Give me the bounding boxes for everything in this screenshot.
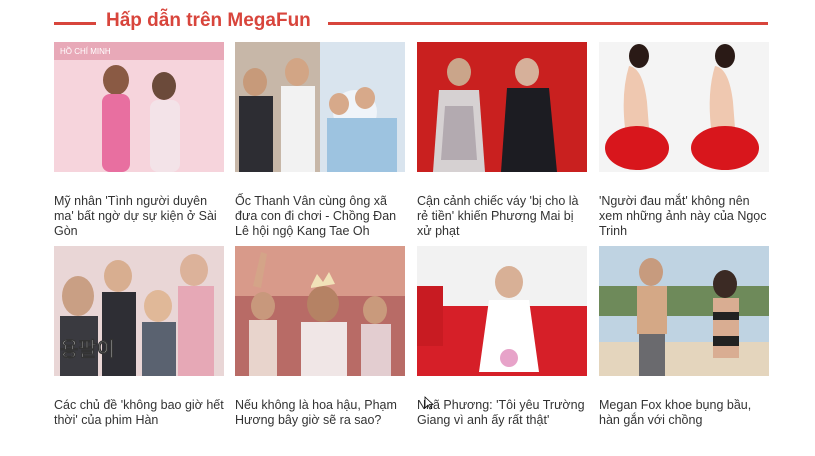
section-header: Hấp dẫn trên MegaFun: [0, 6, 815, 40]
article-thumbnail[interactable]: [417, 246, 587, 376]
article-card[interactable]: Ốc Thanh Vân cùng ông xã đưa con đi chơi…: [235, 42, 405, 239]
mouse-cursor-icon: [424, 396, 434, 410]
article-thumbnail[interactable]: [417, 42, 587, 172]
article-caption[interactable]: Megan Fox khoe bụng bầu, hàn gắn với chồ…: [599, 398, 769, 428]
article-thumbnail[interactable]: [235, 42, 405, 172]
section-title: Hấp dẫn trên MegaFun: [106, 10, 311, 31]
header-rule-left: [54, 22, 96, 25]
article-caption[interactable]: Các chủ đề 'không bao giờ hết thời' của …: [54, 398, 224, 428]
article-card[interactable]: Cận cảnh chiếc váy 'bị cho là rẻ tiền' k…: [417, 42, 587, 239]
article-thumbnail[interactable]: [599, 42, 769, 172]
article-thumbnail[interactable]: 용팔이: [54, 246, 224, 376]
article-thumbnail[interactable]: [599, 246, 769, 376]
article-thumbnail[interactable]: [235, 246, 405, 376]
thumbnail-overlay-text: HỒ CHÍ MINH: [60, 46, 111, 56]
article-caption[interactable]: Nhã Phương: 'Tôi yêu Trường Giang vì anh…: [417, 398, 587, 428]
article-card[interactable]: Nếu không là hoa hậu, Phạm Hương bây giờ…: [235, 246, 405, 428]
article-card[interactable]: Nhã Phương: 'Tôi yêu Trường Giang vì anh…: [417, 246, 587, 428]
article-card[interactable]: Megan Fox khoe bụng bầu, hàn gắn với chồ…: [599, 246, 769, 428]
article-thumbnail[interactable]: HỒ CHÍ MINH: [54, 42, 224, 172]
thumbnail-overlay-text: 용팔이: [60, 337, 115, 361]
article-card[interactable]: HỒ CHÍ MINH Mỹ nhân 'Tình người duyên ma…: [54, 42, 224, 239]
article-caption[interactable]: Cận cảnh chiếc váy 'bị cho là rẻ tiền' k…: [417, 194, 587, 239]
article-card[interactable]: 용팔이 Các chủ đề 'không bao giờ hết thời' …: [54, 246, 224, 428]
article-caption[interactable]: Nếu không là hoa hậu, Phạm Hương bây giờ…: [235, 398, 405, 428]
header-rule-right: [328, 22, 768, 25]
article-caption[interactable]: 'Người đau mắt' không nên xem những ảnh …: [599, 194, 769, 239]
article-caption[interactable]: Ốc Thanh Vân cùng ông xã đưa con đi chơi…: [235, 194, 405, 239]
article-card[interactable]: 'Người đau mắt' không nên xem những ảnh …: [599, 42, 769, 239]
article-caption[interactable]: Mỹ nhân 'Tình người duyên ma' bất ngờ dự…: [54, 194, 224, 239]
